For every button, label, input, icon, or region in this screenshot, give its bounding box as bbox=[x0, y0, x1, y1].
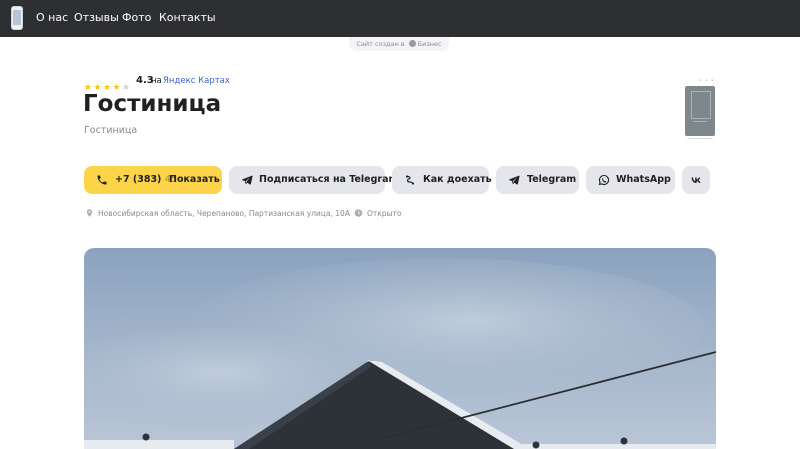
page-title: Гостиница bbox=[83, 91, 222, 117]
route-icon bbox=[405, 175, 415, 185]
whatsapp-button[interactable]: WhatsApp bbox=[586, 166, 675, 194]
made-with-prefix: Сайт создан в bbox=[356, 40, 405, 48]
dots-icon: ••• bbox=[699, 78, 717, 84]
telegram-icon bbox=[509, 175, 520, 185]
route-button[interactable]: Как доехать bbox=[392, 166, 492, 194]
rating-source-link[interactable]: Яндекс Картах bbox=[163, 75, 230, 87]
rating-stars: ★★★★★ bbox=[84, 75, 132, 93]
whatsapp-icon bbox=[598, 174, 610, 186]
whatsapp-label: WhatsApp bbox=[616, 174, 671, 185]
telegram-button[interactable]: Telegram bbox=[496, 166, 579, 194]
open-status: Открыто bbox=[367, 209, 402, 218]
phone-icon bbox=[97, 175, 107, 185]
show-phone-label: Показать bbox=[169, 174, 220, 185]
vk-button[interactable] bbox=[682, 166, 710, 194]
subscribe-telegram-label: Подписаться на Telegram bbox=[259, 174, 399, 185]
building-photo bbox=[84, 248, 716, 449]
made-with-badge[interactable]: Сайт создан в Бизнес bbox=[349, 37, 449, 51]
rating-on-label: на bbox=[151, 76, 162, 86]
clock-icon bbox=[354, 209, 363, 217]
map-pin-icon bbox=[86, 209, 93, 217]
business-category: Гостиница bbox=[84, 125, 138, 136]
nav-item-reviews[interactable]: Отзывы bbox=[74, 11, 119, 25]
made-with-brand: Бизнес bbox=[417, 40, 442, 48]
route-label: Как доехать bbox=[423, 174, 492, 185]
top-navigation: О нас Отзывы Фото Контакты bbox=[0, 0, 800, 37]
address-text[interactable]: Новосибирская область, Черепаново, Парти… bbox=[98, 208, 350, 220]
card-divider bbox=[687, 138, 713, 142]
hero-photo[interactable] bbox=[84, 248, 716, 449]
telegram-label: Telegram bbox=[527, 174, 577, 185]
call-button[interactable]: +7 (383) 45 Показать bbox=[84, 166, 222, 194]
subscribe-telegram-button[interactable]: Подписаться на Telegram bbox=[229, 166, 398, 194]
telegram-icon bbox=[242, 175, 253, 185]
nav-item-about[interactable]: О нас bbox=[36, 11, 68, 25]
phone-preview-icon bbox=[685, 86, 715, 136]
phone-number: +7 (383) bbox=[115, 174, 162, 185]
nav-item-contacts[interactable]: Контакты bbox=[159, 11, 216, 25]
nav-item-photos[interactable]: Фото bbox=[122, 11, 151, 25]
site-logo[interactable] bbox=[11, 6, 23, 30]
app-promo-card[interactable]: ••• bbox=[683, 79, 717, 145]
business-logo-icon bbox=[408, 40, 416, 47]
vk-icon bbox=[691, 177, 701, 183]
